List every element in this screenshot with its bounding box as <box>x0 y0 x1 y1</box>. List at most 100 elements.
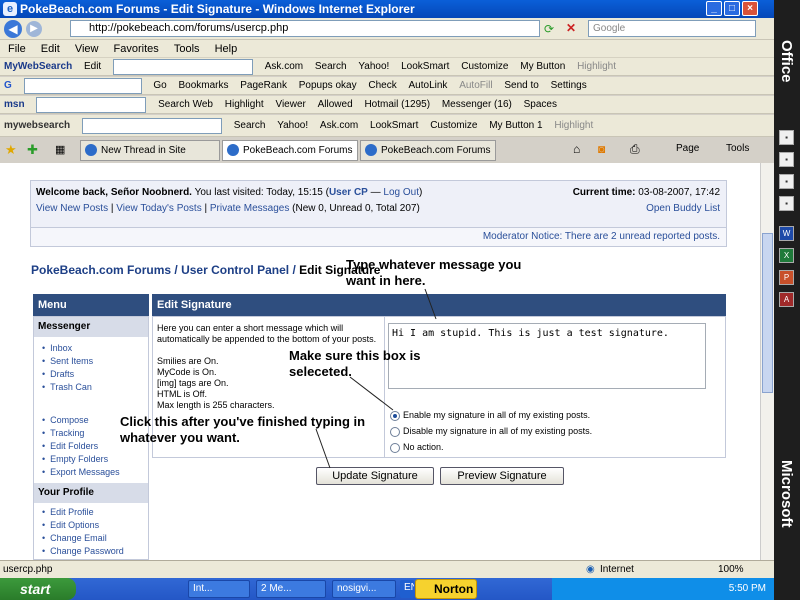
mywebsearch-input[interactable] <box>112 59 253 75</box>
tab-new-thread[interactable]: New Thread in Site Discussion <box>80 140 220 161</box>
google-go[interactable]: Go <box>153 77 166 94</box>
word-icon[interactable]: W <box>779 226 794 241</box>
menu-favorites[interactable]: Favorites <box>114 40 159 57</box>
toolbar-mybutton[interactable]: My Button <box>520 58 565 75</box>
google-popups[interactable]: Popups okay <box>299 77 357 94</box>
mws2-looksmart[interactable]: LookSmart <box>370 115 418 136</box>
add-favorites-icon[interactable]: ✚ <box>27 142 38 158</box>
menu-help[interactable]: Help <box>215 40 238 57</box>
system-tray: 5:50 PM <box>552 578 774 600</box>
msn-logo: msn <box>4 99 25 110</box>
mws2-mybutton[interactable]: My Button 1 <box>489 115 542 136</box>
tools-menu[interactable]: Tools <box>726 143 749 154</box>
msn-highlight[interactable]: Highlight <box>225 96 264 113</box>
menu-view[interactable]: View <box>75 40 99 57</box>
msn-search-web[interactable]: Search Web <box>158 96 213 113</box>
google-autolink[interactable]: AutoLink <box>409 77 448 94</box>
google-search-input[interactable] <box>23 78 142 94</box>
vertical-scrollbar[interactable] <box>760 163 774 560</box>
mywebsearch2-input[interactable] <box>81 118 222 134</box>
print-icon[interactable]: ⎙ <box>630 142 640 157</box>
excel-icon[interactable]: X <box>779 248 794 263</box>
msn-toolbar: msn Search Web Highlight Viewer Allowed … <box>0 96 774 114</box>
mws2-search[interactable]: Search <box>234 115 266 136</box>
menu-bar: File Edit View Favorites Tools Help <box>0 40 774 58</box>
toolbar-yahoo[interactable]: Yahoo! <box>358 58 389 75</box>
close-button[interactable]: × <box>742 1 758 16</box>
microsoft-label: Microsoft <box>778 460 795 528</box>
menu-tools[interactable]: Tools <box>174 40 200 57</box>
page-menu[interactable]: Page <box>676 143 699 154</box>
window-title-bar[interactable]: e PokeBeach.com Forums - Edit Signature … <box>0 0 774 18</box>
taskbar-item-messenger[interactable]: 2 Me... <box>256 580 326 598</box>
tab-edit-signature[interactable]: PokeBeach.com Forums - ... <box>222 140 358 161</box>
google-autofill[interactable]: AutoFill <box>459 77 492 94</box>
feeds-icon[interactable]: ◙ <box>598 142 605 156</box>
powerpoint-icon[interactable]: P <box>779 270 794 285</box>
msn-viewer[interactable]: Viewer <box>275 96 305 113</box>
refresh-icon[interactable]: ⟳ <box>544 22 554 36</box>
google-settings[interactable]: Settings <box>551 77 587 94</box>
mws2-ask[interactable]: Ask.com <box>320 115 358 136</box>
mws2-customize[interactable]: Customize <box>430 115 477 136</box>
favorites-star-icon[interactable]: ★ <box>5 142 17 158</box>
toolbar-looksmart[interactable]: LookSmart <box>401 58 449 75</box>
taskbar-item-ie[interactable]: Int... <box>188 580 250 598</box>
google-pagerank[interactable]: PageRank <box>240 77 287 94</box>
language-indicator[interactable]: EN <box>400 580 414 598</box>
google-toolbar: G Go Bookmarks PageRank Popups okay Chec… <box>0 77 774 95</box>
quick-tabs-icon[interactable]: ▦ <box>55 143 65 156</box>
search-input[interactable]: Google <box>588 20 756 37</box>
forward-icon[interactable]: ▶ <box>26 21 42 37</box>
google-bookmarks[interactable]: Bookmarks <box>178 77 228 94</box>
office-app-icon[interactable]: ▪ <box>779 174 794 189</box>
google-check[interactable]: Check <box>368 77 396 94</box>
msn-allowed[interactable]: Allowed <box>318 96 353 113</box>
status-bar: usercp.php ◉ Internet 100% <box>0 560 774 578</box>
office-app-icon[interactable]: ▪ <box>779 152 794 167</box>
office-label: Office <box>778 40 795 83</box>
arrow-to-update <box>315 428 331 469</box>
status-zoom[interactable]: 100% <box>718 561 744 578</box>
address-bar-row: ◀ ▶ http://pokebeach.com/forums/usercp.p… <box>0 18 774 40</box>
msn-spaces[interactable]: Spaces <box>524 96 557 113</box>
menu-edit[interactable]: Edit <box>41 40 60 57</box>
google-logo: G <box>4 80 12 91</box>
msn-messenger[interactable]: Messenger (16) <box>442 96 512 113</box>
maximize-button[interactable]: □ <box>724 1 740 16</box>
access-icon[interactable]: A <box>779 292 794 307</box>
office-app-icon[interactable]: ▪ <box>779 196 794 211</box>
toolbar-highlight[interactable]: Highlight <box>577 58 616 75</box>
start-button[interactable]: start <box>0 578 76 600</box>
norton-button[interactable]: Norton <box>415 579 477 599</box>
tab-pokebeach-forums[interactable]: PokeBeach.com Forums <box>360 140 496 161</box>
mws2-highlight[interactable]: Highlight <box>554 115 593 136</box>
mywebsearch-toolbar: MyWebSearch Edit Ask.com Search Yahoo! L… <box>0 58 774 76</box>
page-viewport: Welcome back, Señor Noobnerd. You last v… <box>0 163 760 560</box>
stop-icon[interactable]: ✕ <box>566 21 576 35</box>
window-title: PokeBeach.com Forums - Edit Signature - … <box>20 2 415 16</box>
toolbar-search[interactable]: Search <box>315 58 347 75</box>
mywebsearch2-logo: mywebsearch <box>4 120 71 131</box>
clock: 5:50 PM <box>728 583 766 594</box>
toolbar-ask[interactable]: Ask.com <box>265 58 303 75</box>
scrollbar-thumb[interactable] <box>762 233 773 393</box>
address-input[interactable]: http://pokebeach.com/forums/usercp.php <box>70 20 540 37</box>
msn-hotmail[interactable]: Hotmail (1295) <box>364 96 430 113</box>
page-icon <box>85 144 97 156</box>
taskbar-item-image[interactable]: nosigvi... <box>332 580 396 598</box>
arrow-to-radio <box>349 376 394 411</box>
back-icon[interactable]: ◀ <box>4 20 22 38</box>
toolbar-customize[interactable]: Customize <box>461 58 508 75</box>
google-sendto[interactable]: Send to <box>504 77 538 94</box>
minimize-button[interactable]: _ <box>706 1 722 16</box>
menu-file[interactable]: File <box>8 40 26 57</box>
annotation-arrows <box>315 288 437 469</box>
office-app-icon[interactable]: ▪ <box>779 130 794 145</box>
home-icon[interactable]: ⌂ <box>573 142 580 156</box>
toolbar-edit[interactable]: Edit <box>84 58 101 75</box>
msn-search-input[interactable] <box>36 97 147 113</box>
mywebsearch-logo: MyWebSearch <box>4 61 73 72</box>
status-zone: Internet <box>600 564 634 575</box>
mws2-yahoo[interactable]: Yahoo! <box>277 115 308 136</box>
